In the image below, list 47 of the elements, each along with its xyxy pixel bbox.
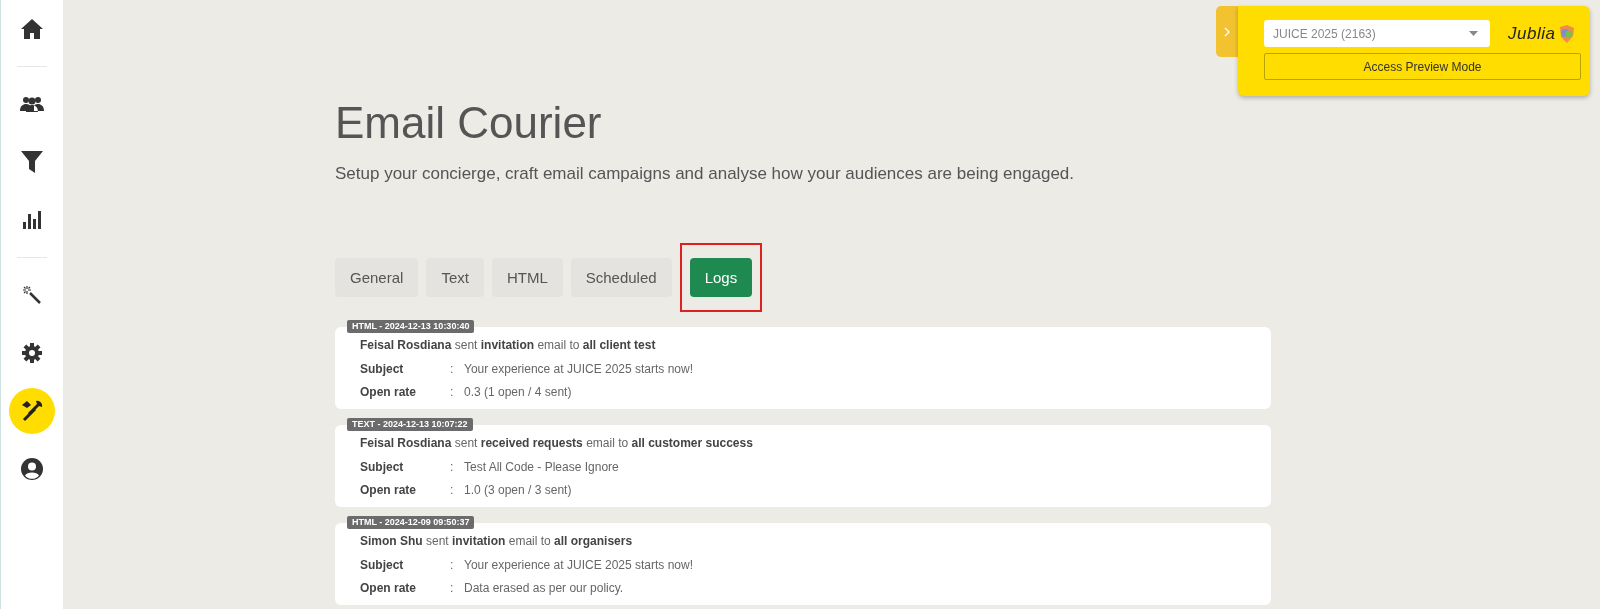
log-badge: TEXT - 2024-12-13 10:07:22 (347, 418, 473, 431)
tab[interactable]: General (335, 257, 419, 297)
field-value: Your experience at JUICE 2025 starts now! (464, 558, 693, 572)
field-label: Subject (360, 460, 405, 474)
field-separator: : (450, 581, 455, 595)
tab[interactable]: Logs (689, 257, 753, 297)
filter-icon (21, 151, 43, 173)
field-value: Data erased as per our policy. (464, 581, 624, 595)
field-label: Open rate (360, 581, 417, 595)
log-badge: HTML - 2024-12-09 09:50:37 (347, 516, 475, 529)
field-separator: : (450, 362, 455, 376)
field-separator: : (450, 460, 455, 474)
caret-icon (1469, 31, 1478, 36)
tools-icon (21, 400, 43, 422)
log-summary: Feisal Rosdiana sent invitation email to all client test (360, 338, 657, 352)
log-summary: Simon Shu sent invitation email to all organisers (360, 534, 634, 548)
event-select[interactable]: JUICE 2025 (2163) (1264, 20, 1490, 47)
access-preview-button[interactable]: Access Preview Mode (1264, 53, 1581, 80)
nav-item-active[interactable] (9, 388, 55, 434)
field-separator: : (450, 483, 455, 497)
logo-icon (1558, 24, 1576, 43)
field-label: Subject (360, 362, 405, 376)
log-badge: HTML - 2024-12-13 10:30:40 (347, 320, 475, 333)
log-summary: Feisal Rosdiana sent received requests email to all customer success (360, 436, 754, 450)
home-icon (21, 19, 43, 39)
field-value: 1.0 (3 open / 3 sent) (464, 483, 572, 497)
tab[interactable]: Text (426, 257, 484, 297)
field-label: Open rate (360, 483, 417, 497)
field-value: 0.3 (1 open / 4 sent) (464, 385, 572, 399)
page-title: Email Courier (335, 98, 603, 148)
people-icon (20, 96, 44, 112)
field-separator: : (450, 558, 455, 572)
user-icon (21, 458, 43, 480)
field-value: Test All Code - Please Ignore (464, 460, 619, 474)
field-separator: : (450, 385, 455, 399)
gear-icon (22, 343, 42, 363)
tab[interactable]: HTML (491, 257, 563, 297)
page-subtitle: Setup your concierge, craft email campaigns and analyse how your audiences are being engaged. (335, 164, 1076, 184)
chevron-right-icon (1224, 26, 1230, 37)
field-label: Open rate (360, 385, 417, 399)
logo-text: Jublia (1508, 23, 1556, 44)
collapse-handle[interactable] (1216, 6, 1238, 57)
bar-chart-icon (23, 211, 41, 229)
tab[interactable]: Scheduled (570, 257, 672, 297)
field-label: Subject (360, 558, 405, 572)
magic-wand-icon (23, 286, 41, 304)
field-value: Your experience at JUICE 2025 starts now! (464, 362, 693, 376)
